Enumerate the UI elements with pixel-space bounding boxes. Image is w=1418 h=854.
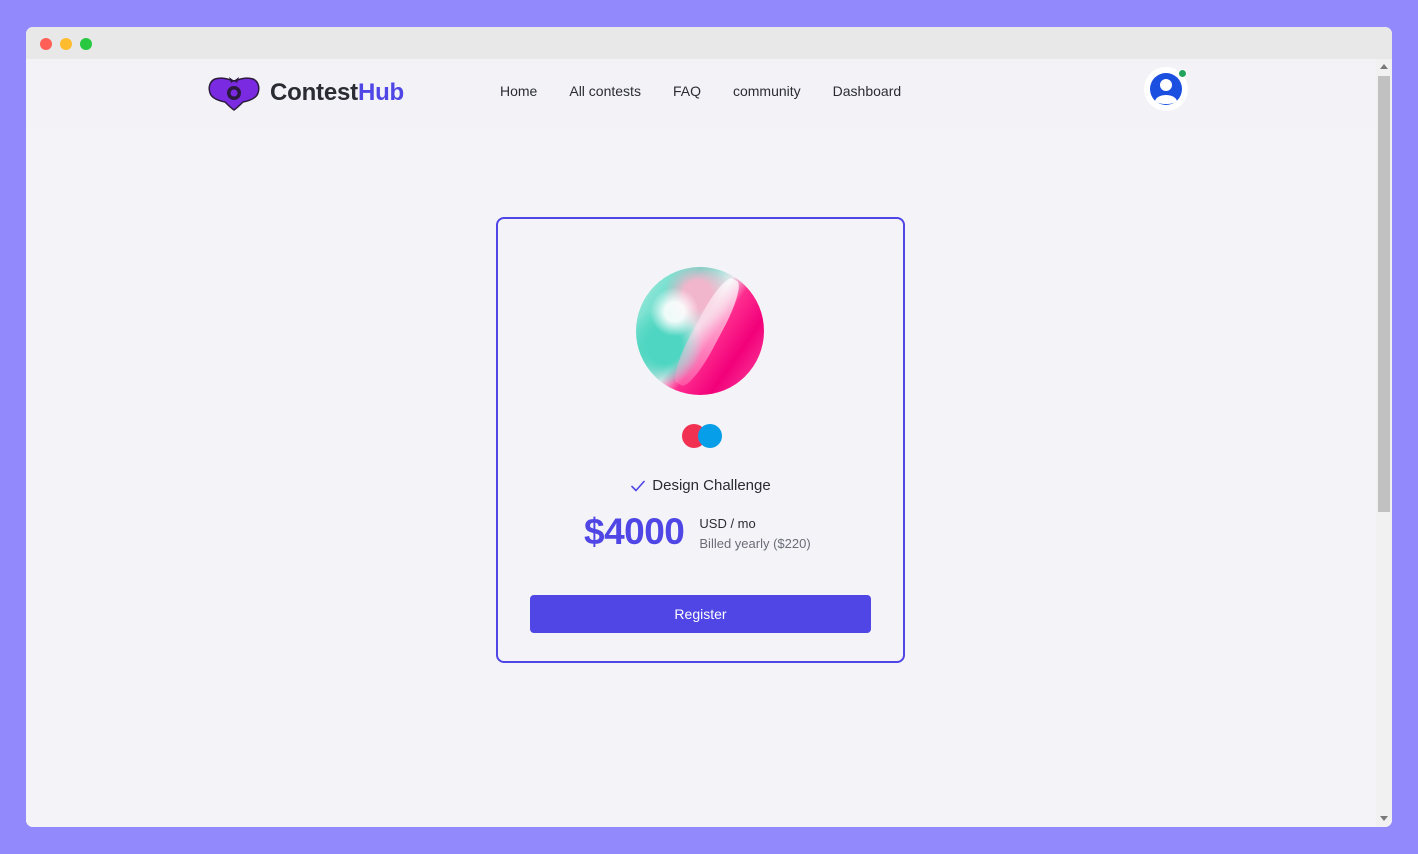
nav-link-home[interactable]: Home: [500, 83, 537, 99]
main-navigation: Home All contests FAQ community Dashboar…: [500, 83, 933, 99]
navbar: ContestHub Home All contests FAQ communi…: [26, 59, 1376, 127]
browser-window: ContestHub Home All contests FAQ communi…: [26, 27, 1392, 827]
close-window-button[interactable]: [40, 38, 52, 50]
scroll-down-arrow-icon[interactable]: [1380, 816, 1388, 821]
price-details: USD / mo Billed yearly ($220): [699, 514, 810, 554]
scrollbar-thumb[interactable]: [1378, 76, 1390, 512]
nav-link-all-contests[interactable]: All contests: [569, 83, 641, 99]
nav-link-faq[interactable]: FAQ: [673, 83, 701, 99]
scroll-up-arrow-icon[interactable]: [1380, 64, 1388, 69]
price-unit: USD / mo: [699, 516, 756, 531]
dual-circle-logo-icon: [682, 423, 724, 449]
contest-card: Design Challenge $4000 USD / mo Billed y…: [496, 217, 905, 663]
online-status-indicator: [1178, 69, 1187, 78]
brand-logo-link[interactable]: ContestHub: [208, 73, 404, 113]
title-bar: [26, 27, 1392, 59]
check-icon: [631, 480, 646, 491]
contest-feature: Design Challenge: [498, 477, 903, 494]
bat-logo-icon: [208, 77, 260, 111]
contest-image: [636, 267, 764, 395]
user-avatar-button[interactable]: [1144, 67, 1188, 111]
page-viewport: ContestHub Home All contests FAQ communi…: [26, 59, 1376, 827]
minimize-window-button[interactable]: [60, 38, 72, 50]
vertical-scrollbar[interactable]: [1376, 59, 1392, 827]
register-button[interactable]: Register: [530, 595, 871, 633]
contest-type-label: Design Challenge: [652, 477, 771, 494]
maximize-window-button[interactable]: [80, 38, 92, 50]
brand-name: ContestHub: [270, 79, 404, 106]
price-row: $4000 USD / mo Billed yearly ($220): [584, 511, 811, 554]
billing-note: Billed yearly ($220): [699, 536, 811, 551]
nav-link-dashboard[interactable]: Dashboard: [833, 83, 902, 99]
price-amount: $4000: [584, 511, 685, 552]
nav-link-community[interactable]: community: [733, 83, 801, 99]
user-avatar-icon: [1150, 73, 1182, 105]
